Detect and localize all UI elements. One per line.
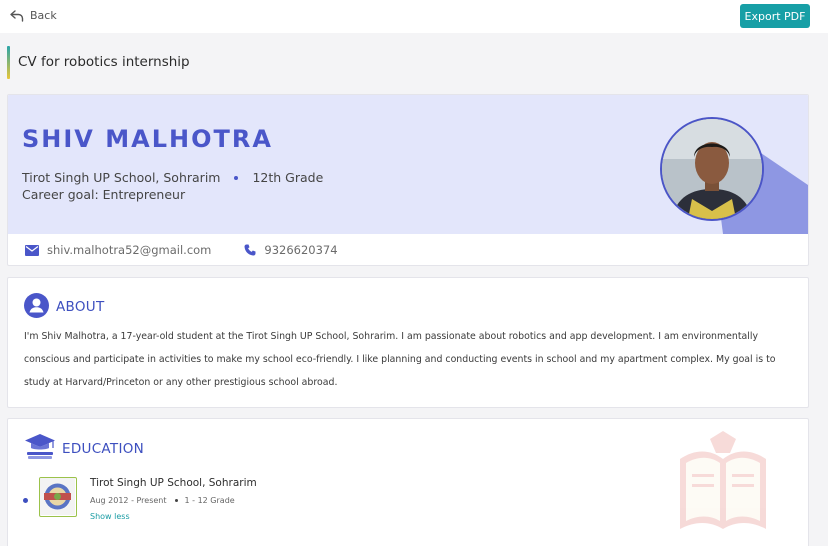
about-heading: ABOUT [56, 299, 105, 315]
profile-school-line: Tirot Singh UP School, Sohrarim 12th Gra… [22, 170, 323, 185]
contact-row: shiv.malhotra52@gmail.com 9326620374 [8, 234, 808, 265]
profile-grade: 12th Grade [252, 170, 324, 185]
title-accent-bar [7, 46, 10, 79]
open-book-icon [680, 431, 766, 529]
avatar [660, 117, 764, 221]
mail-icon [25, 244, 39, 256]
separator-dot [234, 175, 239, 180]
education-period: Aug 2012 - Present [90, 496, 167, 505]
graduation-cap-icon [25, 434, 55, 459]
school-logo [39, 477, 77, 517]
timeline-bullet [23, 498, 28, 503]
back-button[interactable]: Back [10, 9, 57, 22]
profile-school: Tirot Singh UP School, Sohrarim [22, 170, 221, 185]
avatar-photo [662, 119, 762, 219]
back-arrow-icon [10, 9, 24, 22]
about-card: ABOUT I'm Shiv Malhotra, a 17-year-old s… [7, 277, 809, 408]
profile-name: SHIV MALHOTRA [22, 125, 273, 153]
education-meta: Aug 2012 - Present 1 - 12 Grade [90, 496, 235, 505]
phone-icon [244, 244, 256, 256]
profile-career-goal: Career goal: Entrepreneur [22, 187, 186, 202]
profile-card: SHIV MALHOTRA Tirot Singh UP School, Soh… [7, 94, 809, 266]
education-school: Tirot Singh UP School, Sohrarim [90, 477, 257, 489]
show-less-link[interactable]: Show less [90, 512, 130, 521]
education-card: EDUCATION Tirot Singh UP School, Sohrari… [7, 418, 809, 546]
top-bar: Back Export PDF [0, 0, 828, 33]
export-pdf-button[interactable]: Export PDF [740, 4, 810, 28]
page-title: CV for robotics internship [18, 54, 190, 70]
email-text: shiv.malhotra52@gmail.com [47, 243, 212, 257]
phone-text: 9326620374 [264, 243, 338, 257]
education-heading: EDUCATION [62, 441, 145, 457]
email-item: shiv.malhotra52@gmail.com [25, 243, 211, 257]
back-label: Back [30, 9, 57, 22]
user-icon [24, 293, 49, 318]
separator-dot [174, 499, 178, 502]
about-text: I'm Shiv Malhotra, a 17-year-old student… [24, 331, 776, 388]
profile-banner: SHIV MALHOTRA Tirot Singh UP School, Soh… [8, 95, 808, 234]
education-grades: 1 - 12 Grade [184, 496, 235, 505]
phone-item: 9326620374 [244, 243, 338, 257]
